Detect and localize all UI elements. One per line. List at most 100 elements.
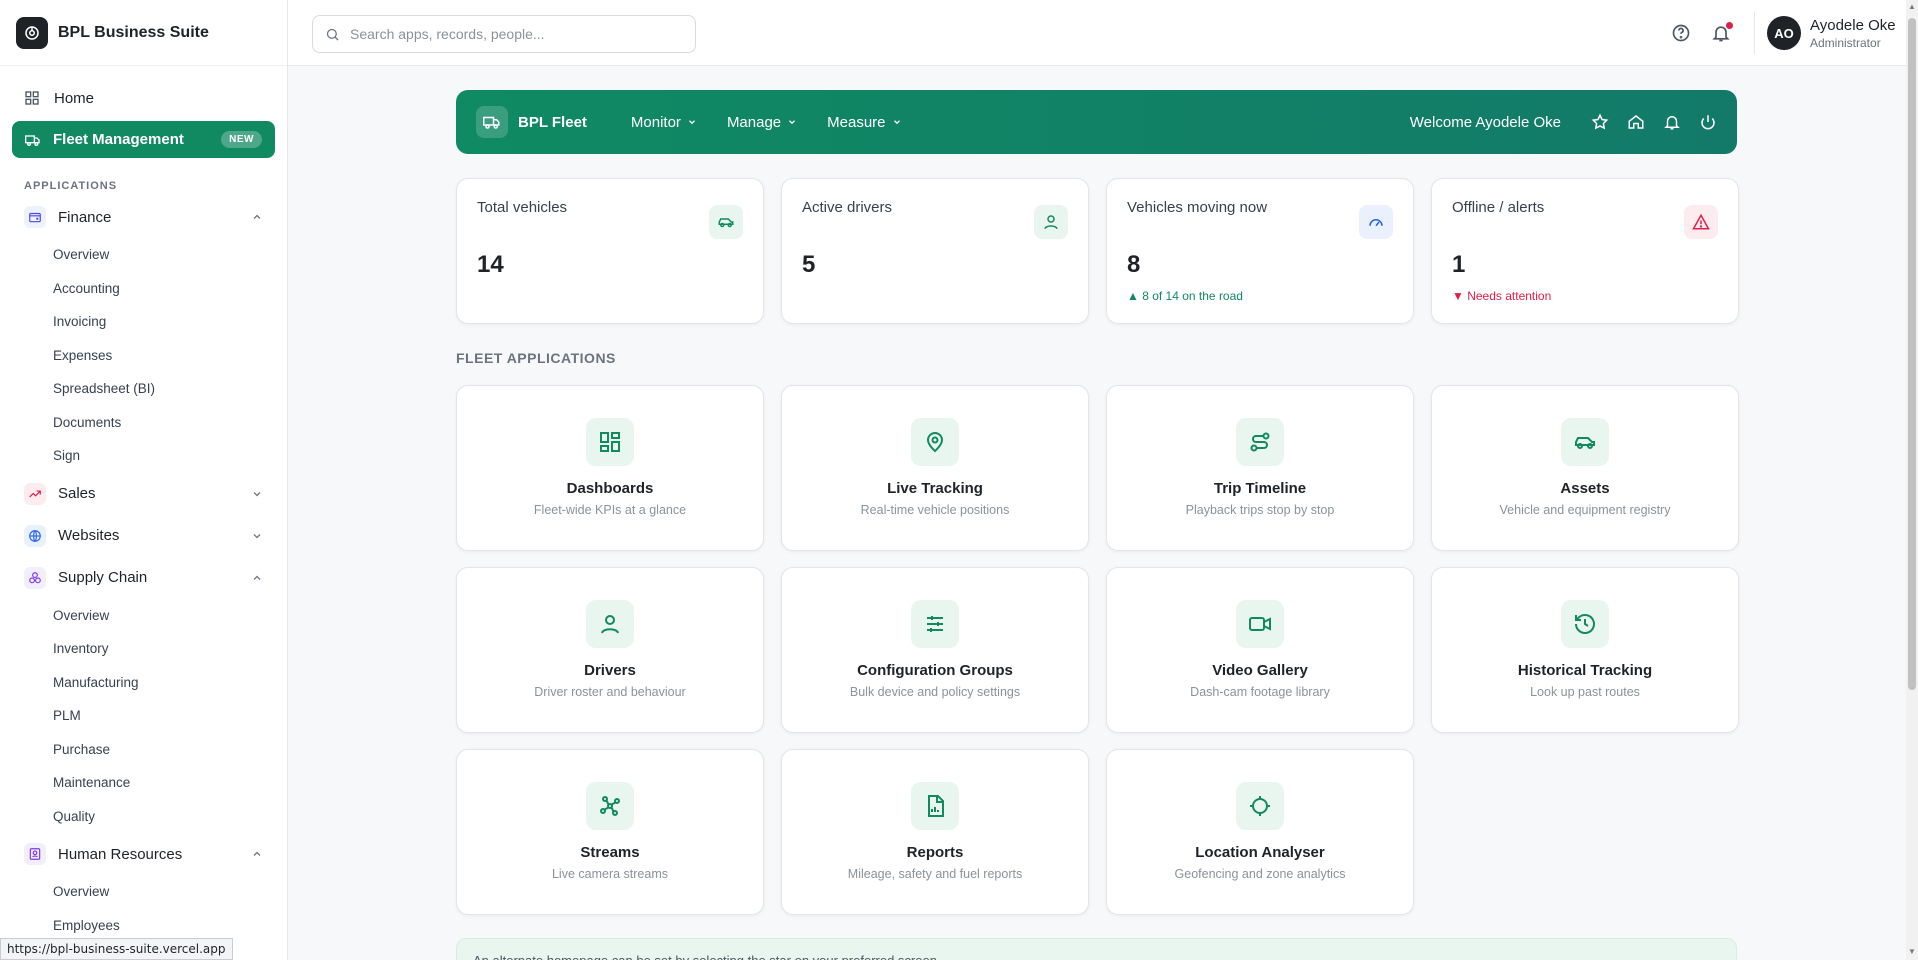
scroll-up-arrow-icon[interactable]: ▲ [1908,3,1916,11]
app-desc: Driver roster and behaviour [534,685,686,699]
sidebar-subitem-plm[interactable]: PLM [0,699,287,733]
avatar: AO [1767,16,1801,50]
power-icon[interactable] [1699,113,1717,131]
app-title: Reports [906,844,964,861]
app-title: Location Analyser [1195,844,1325,861]
sidebar-subitem-maintenance[interactable]: Maintenance [0,766,287,800]
app-card-assets[interactable]: Assets Vehicle and equipment registry [1431,385,1739,551]
app-card-drivers[interactable]: Drivers Driver roster and behaviour [456,567,764,733]
crosshair-icon [1236,782,1284,830]
menu-label: Manage [726,113,782,131]
sliders-icon [911,600,959,648]
app-desc: Fleet-wide KPIs at a glance [533,503,687,517]
stat-value: 1 [1452,251,1466,278]
app-card-trip-timeline[interactable]: Trip Timeline Playback trips stop by sto… [1106,385,1414,551]
sidebar-subitem-employees[interactable]: Employees [0,909,287,943]
app-desc: Dash-cam footage library [1190,685,1330,699]
app-desc: Vehicle and equipment registry [1499,503,1671,517]
user-menu[interactable]: AO Ayodele Oke Administrator [1754,12,1896,54]
app-card-video-gallery[interactable]: Video Gallery Dash-cam footage library [1106,567,1414,733]
sidebar-group-supply-chain[interactable]: Supply Chain [0,557,287,599]
brand[interactable]: BPL Business Suite [0,0,287,66]
menu-monitor[interactable]: Monitor [631,114,697,131]
sidebar-group-human-resources[interactable]: Human Resources [0,833,287,875]
app-card-live-tracking[interactable]: Live Tracking Real-time vehicle position… [781,385,1089,551]
chevron-down-icon [688,120,695,125]
alert-triangle-icon [1684,205,1718,239]
user-icon [586,600,634,648]
search-input[interactable] [350,26,680,42]
app-card-streams[interactable]: Streams Live camera streams [456,749,764,915]
sidebar-subitem-accounting[interactable]: Accounting [0,272,287,306]
stat-label: Vehicles moving now [1127,199,1268,216]
sidebar-group-label: Websites [58,527,120,544]
sidebar-group-label: Sales [58,485,96,502]
star-icon[interactable] [1591,113,1609,131]
app-desc: Look up past routes [1530,685,1640,699]
search-box[interactable] [312,15,696,53]
report-icon [911,782,959,830]
sidebar-subitem-purchase[interactable]: Purchase [0,733,287,767]
sidebar-subitem-finance-overview[interactable]: Overview [0,238,287,272]
app-desc: Playback trips stop by stop [1185,503,1335,517]
boxes-icon [24,566,46,589]
sidebar-subitem-quality[interactable]: Quality [0,800,287,834]
sidebar-item-label: Home [54,89,95,107]
globe-icon [24,524,46,547]
chevron-up-icon [253,851,261,856]
stat-value: 14 [477,251,504,278]
menu-measure[interactable]: Measure [827,114,901,131]
home-icon[interactable] [1627,113,1645,131]
app-card-location-analyser[interactable]: Location Analyser Geofencing and zone an… [1106,749,1414,915]
stat-note-positive: ▲ 8 of 14 on the road [1127,289,1243,303]
truck-icon [25,134,40,146]
scrollbar-thumb[interactable] [1908,18,1916,690]
app-title: Live Tracking [887,480,983,497]
sidebar-item-fleet-management[interactable]: Fleet Management NEW [12,121,275,158]
app-card-historical-tracking[interactable]: Historical Tracking Look up past routes [1431,567,1739,733]
menu-manage[interactable]: Manage [727,114,797,131]
sidebar-subitem-expenses[interactable]: Expenses [0,339,287,373]
sidebar-subitem-documents[interactable]: Documents [0,406,287,440]
topbar: AO Ayodele Oke Administrator [288,0,1908,66]
stat-card-vehicles-moving: Vehicles moving now 8 ▲ 8 of 14 on the r… [1106,178,1414,324]
car-icon [1561,418,1609,466]
app-desc: Real-time vehicle positions [860,503,1010,517]
chevron-down-icon [893,120,900,125]
trending-up-icon [24,482,46,505]
fleet-header: BPL Fleet Monitor Manage Measure Welcome… [456,90,1737,154]
bell-icon[interactable] [1663,113,1681,131]
app-title: Configuration Groups [857,662,1013,679]
sidebar-group-websites[interactable]: Websites [0,515,287,557]
app-card-reports[interactable]: Reports Mileage, safety and fuel reports [781,749,1089,915]
grid-icon [25,91,39,105]
history-icon [1561,600,1609,648]
app-card-dashboards[interactable]: Dashboards Fleet-wide KPIs at a glance [456,385,764,551]
sidebar-subitem-invoicing[interactable]: Invoicing [0,305,287,339]
stat-card-active-drivers: Active drivers 5 [781,178,1089,324]
app-title: Video Gallery [1212,662,1308,679]
wallet-icon [24,206,46,228]
dashboard-icon [586,418,634,466]
sidebar-subitem-supply-overview[interactable]: Overview [0,599,287,633]
sidebar-subitem-inventory[interactable]: Inventory [0,632,287,666]
scrollbar[interactable]: ▲ ▼ [1906,0,1918,960]
user-icon [1034,205,1068,239]
scroll-down-arrow-icon[interactable]: ▼ [1908,948,1916,956]
fleet-title[interactable]: BPL Fleet [518,114,587,131]
sidebar: BPL Business Suite Home Fleet Management… [0,0,288,960]
sidebar-subitem-hr-overview[interactable]: Overview [0,875,287,909]
sidebar-subitem-spreadsheet[interactable]: Spreadsheet (BI) [0,372,287,406]
sidebar-subitem-sign[interactable]: Sign [0,439,287,473]
map-pin-icon [911,418,959,466]
sidebar-item-home[interactable]: Home [0,81,287,115]
sidebar-subitem-manufacturing[interactable]: Manufacturing [0,666,287,700]
sidebar-group-finance[interactable]: Finance [0,196,287,238]
chevron-up-icon [253,214,261,219]
stat-label: Active drivers [802,199,893,216]
user-name: Ayodele Oke [1810,16,1896,34]
app-card-configuration-groups[interactable]: Configuration Groups Bulk device and pol… [781,567,1089,733]
chevron-down-icon [253,491,261,496]
sidebar-group-sales[interactable]: Sales [0,473,287,515]
help-icon[interactable] [1671,23,1691,43]
